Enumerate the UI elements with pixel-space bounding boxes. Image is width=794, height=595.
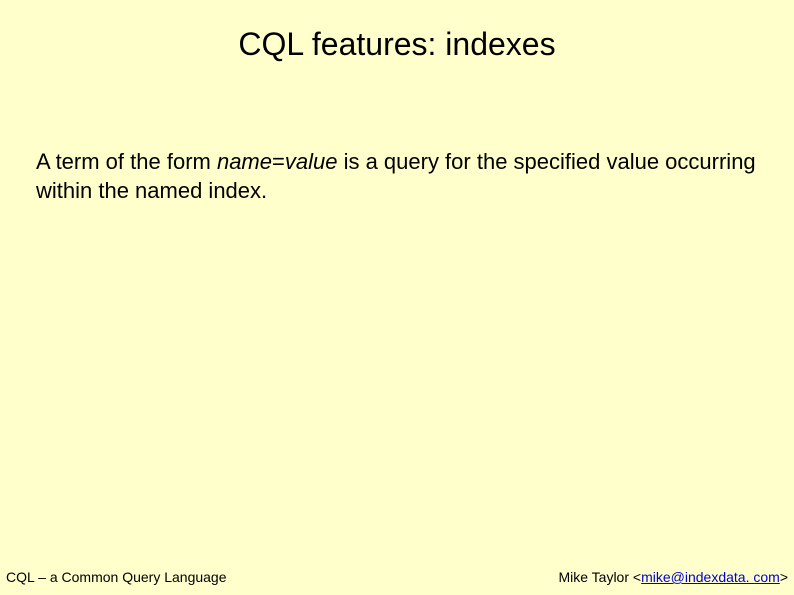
body-name-italic: name [217,149,272,174]
footer-email-link[interactable]: mike@indexdata. com [641,569,780,585]
body-eq: = [272,149,285,174]
slide: CQL features: indexes A term of the form… [0,0,794,595]
slide-body: A term of the form name=value is a query… [36,148,758,205]
footer-right: Mike Taylor <mike@indexdata. com> [558,569,788,585]
body-value-italic: value [285,149,338,174]
angle-close: > [780,569,788,585]
footer-author: Mike Taylor [558,569,632,585]
angle-open: < [633,569,641,585]
body-text-pre: A term of the form [36,149,217,174]
slide-title: CQL features: indexes [0,26,794,63]
footer-left: CQL – a Common Query Language [6,569,227,585]
